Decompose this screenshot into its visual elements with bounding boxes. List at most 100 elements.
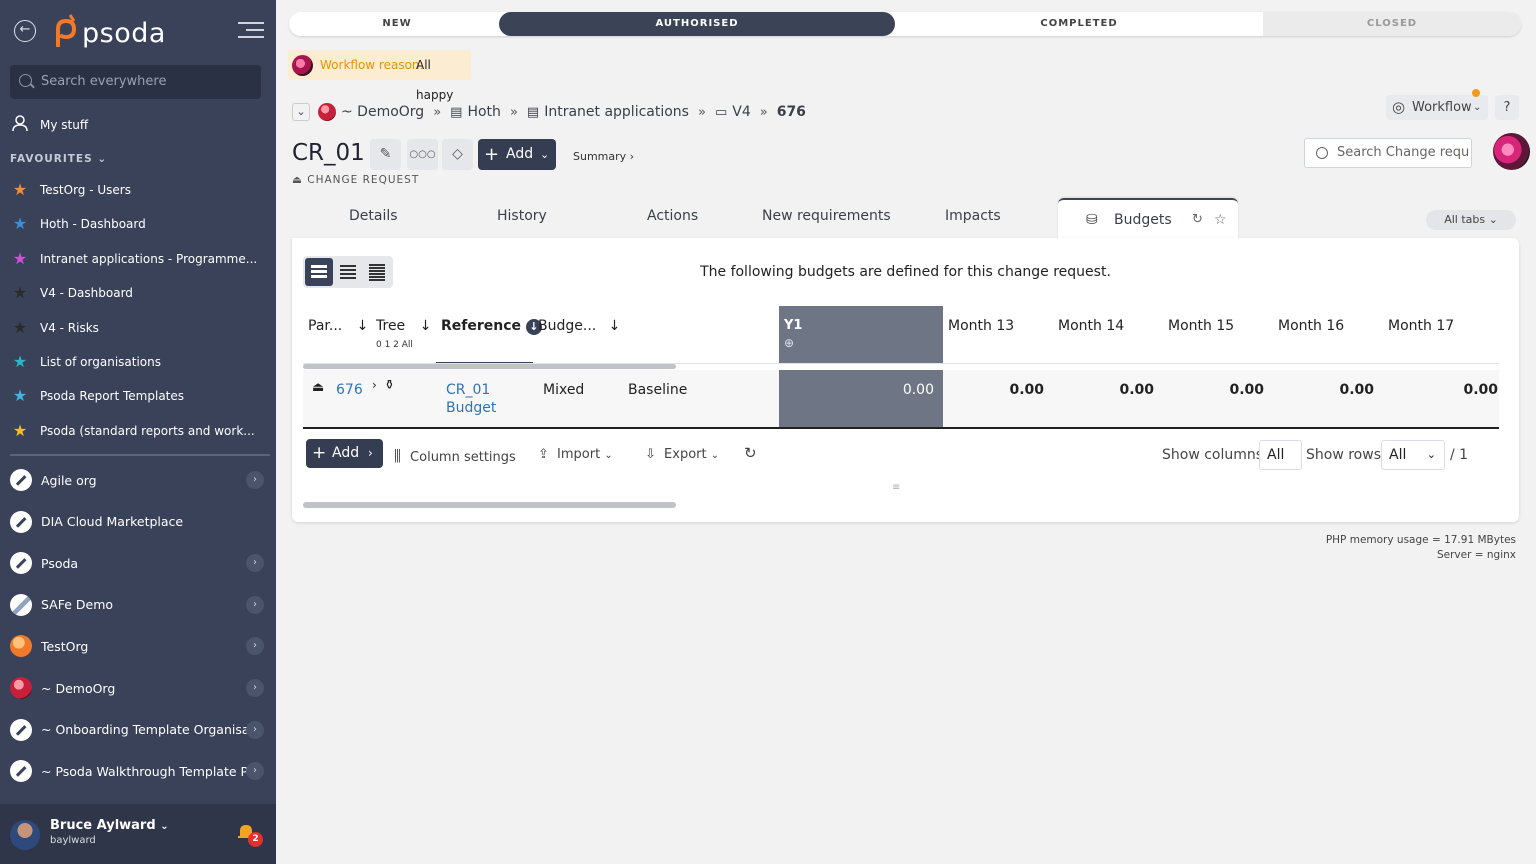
parent-link[interactable]: 676	[336, 382, 363, 398]
refresh-icon[interactable]: ↻	[1192, 212, 1203, 227]
show-rows-select[interactable]: All ⌄	[1381, 440, 1445, 470]
star-icon: ★	[12, 352, 28, 371]
tab-actions[interactable]: Actions	[647, 208, 698, 224]
chevron-down-icon[interactable]: ⌄	[292, 103, 310, 121]
add-label: Add	[506, 146, 534, 162]
refresh-icon[interactable]: ↻	[744, 444, 757, 462]
record-search-input[interactable]: Search Change requ	[1304, 138, 1472, 168]
search-icon	[19, 74, 32, 87]
favourite-item[interactable]: ★ Intranet applications - Programme...	[0, 244, 276, 274]
add-button[interactable]: + Add ⌄	[478, 139, 556, 170]
column-settings-button[interactable]: ⫼ Column settings	[394, 447, 516, 465]
tag-button[interactable]: ◇	[442, 139, 473, 170]
tab-history[interactable]: History	[497, 208, 547, 224]
star-icon: ★	[12, 214, 28, 234]
column-parent[interactable]: Par... ↓	[308, 318, 368, 334]
resize-handle-icon[interactable]: ≡	[892, 482, 900, 493]
column-tree[interactable]: Tree ↓	[376, 318, 431, 334]
favourite-item[interactable]: ★ Psoda (standard reports and work...	[0, 416, 276, 446]
column-month-16[interactable]: Month 16	[1278, 318, 1344, 334]
favourite-item[interactable]: ★ TestOrg - Users	[0, 175, 276, 205]
breadcrumb-separator: »	[697, 104, 706, 120]
stage-completed: COMPLETED	[895, 12, 1263, 36]
reference-link[interactable]: CR_01 Budget	[446, 381, 496, 417]
page-title: CR_01	[292, 140, 365, 166]
star-icon: ★	[12, 180, 28, 199]
column-y1[interactable]: Y1	[784, 318, 802, 333]
column-budget[interactable]: Budge... ↓	[538, 318, 620, 334]
favourite-item[interactable]: ★ Hoth - Dashboard	[0, 209, 276, 239]
help-button[interactable]: ?	[1495, 95, 1519, 120]
tab-details[interactable]: Details	[349, 208, 398, 224]
workflow-icon: ◎	[1392, 98, 1406, 116]
import-button[interactable]: ⇪ Import ⌄	[538, 447, 613, 462]
org-item[interactable]: SAFe Demo ›	[0, 585, 276, 625]
column-month-17[interactable]: Month 17	[1388, 318, 1454, 334]
chevron-right-icon[interactable]: ›	[246, 720, 264, 739]
all-tabs-button[interactable]: All tabs ⌄	[1426, 210, 1516, 230]
export-button[interactable]: ⇩ Export ⌄	[645, 447, 719, 462]
summary-label: Summary	[573, 150, 627, 163]
star-icon[interactable]: ☆	[1214, 212, 1227, 228]
edit-button[interactable]: ✎	[370, 139, 401, 170]
collapse-sidebar-icon[interactable]	[238, 22, 264, 40]
org-item[interactable]: Psoda ›	[0, 543, 276, 583]
avatar[interactable]	[1493, 133, 1530, 170]
month-13-value-cell[interactable]: 0.00	[962, 382, 1044, 398]
tree-level-selector[interactable]: 0 1 2 All	[376, 340, 413, 350]
tab-new-requirements[interactable]: New requirements	[762, 208, 891, 224]
column-month-13[interactable]: Month 13	[948, 318, 1014, 334]
more-button[interactable]: ○○○	[407, 139, 438, 170]
breadcrumb-item-intranet[interactable]: Intranet applications	[544, 104, 689, 120]
chevron-right-icon[interactable]: ›	[246, 679, 264, 697]
tab-impacts[interactable]: Impacts	[945, 208, 1001, 224]
user-name[interactable]: Bruce Aylward ⌄	[50, 818, 169, 833]
org-item[interactable]: ~ DemoOrg ›	[0, 668, 276, 708]
column-reference[interactable]: Reference ↓	[441, 318, 542, 335]
show-columns-select[interactable]: All	[1259, 440, 1302, 470]
chevron-right-icon[interactable]: ›	[246, 595, 264, 614]
month-16-value-cell[interactable]: 0.00	[1292, 382, 1374, 398]
workflow-button[interactable]: ◎ Workflow ⌄	[1386, 89, 1488, 120]
expand-chevron-icon[interactable]: ›	[372, 378, 377, 392]
add-budget-button[interactable]: + Add ›	[306, 439, 383, 468]
chevron-down-icon: ⌄	[160, 821, 169, 832]
expand-plus-icon[interactable]: ⊕	[784, 336, 794, 350]
org-item[interactable]: Agile org ›	[0, 460, 276, 500]
global-search-input[interactable]: Search everywhere	[10, 65, 261, 99]
favourite-item[interactable]: ★ V4 - Dashboard	[0, 278, 276, 308]
tab-budgets[interactable]: ⛁ Budgets ↻ ☆	[1058, 198, 1238, 240]
org-item[interactable]: ~ Psoda Walkthrough Template P... ›	[0, 751, 276, 791]
org-item[interactable]: ~ Onboarding Template Organisa... ›	[0, 710, 276, 750]
org-item[interactable]: DIA Cloud Marketplace	[0, 502, 276, 542]
breadcrumb-item-demoorg[interactable]: ~ DemoOrg	[341, 104, 424, 120]
month-17-value-cell[interactable]: 0.00	[1402, 382, 1498, 398]
user-panel[interactable]: Bruce Aylward ⌄ baylward	[0, 804, 276, 864]
summary-link[interactable]: Summary ›	[573, 150, 634, 163]
chevron-right-icon[interactable]: ›	[246, 762, 264, 781]
horizontal-scrollbar-bottom[interactable]	[303, 502, 676, 508]
chevron-right-icon[interactable]: ›	[246, 637, 264, 656]
chevron-down-icon: ⌄	[604, 450, 613, 461]
month-14-value-cell[interactable]: 0.00	[1072, 382, 1154, 398]
column-month-14[interactable]: Month 14	[1058, 318, 1124, 334]
chevron-down-icon: ⌄	[97, 153, 108, 165]
horizontal-scrollbar[interactable]	[303, 364, 676, 369]
breadcrumb-item-hoth[interactable]: Hoth	[467, 104, 500, 120]
month-15-value-cell[interactable]: 0.00	[1182, 382, 1264, 398]
back-icon[interactable]: ←	[14, 20, 36, 42]
my-stuff-link[interactable]: My stuff	[0, 110, 276, 140]
favourite-item[interactable]: ★ List of organisations	[0, 347, 276, 377]
memory-usage: PHP memory usage = 17.91 MBytes	[1325, 534, 1516, 546]
y1-value-cell[interactable]: 0.00	[852, 382, 934, 398]
column-month-15[interactable]: Month 15	[1168, 318, 1234, 334]
chevron-down-icon: ⌄	[540, 148, 550, 161]
org-item[interactable]: TestOrg ›	[0, 626, 276, 666]
favourite-item[interactable]: ★ V4 - Risks	[0, 313, 276, 343]
chevron-right-icon[interactable]: ›	[246, 471, 264, 489]
favourites-header[interactable]: FAVOURITES ⌄	[10, 153, 107, 165]
breadcrumb-item-v4[interactable]: V4	[732, 104, 750, 120]
chevron-right-icon[interactable]: ›	[246, 554, 264, 573]
favourite-item[interactable]: ★ Psoda Report Templates	[0, 381, 276, 411]
star-icon: ★	[12, 420, 28, 440]
